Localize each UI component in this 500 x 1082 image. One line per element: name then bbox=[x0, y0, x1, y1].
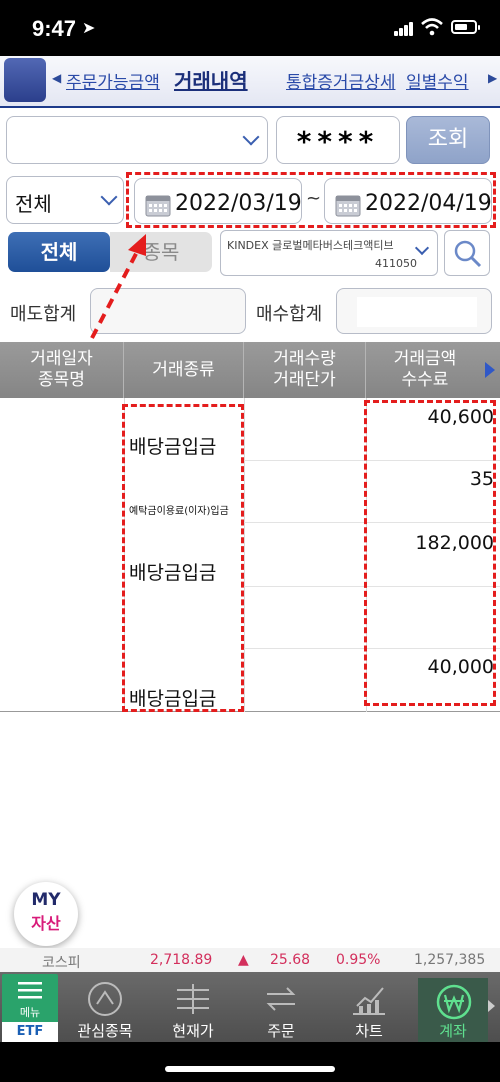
header-date-name[interactable]: 거래일자 종목명 bbox=[0, 342, 124, 398]
screen: 9:47 ➤ ◀ 주문가능금액 거래내역 통합증거금상세 일별수익 ▶ ****… bbox=[0, 0, 500, 1082]
battery-icon bbox=[451, 20, 480, 34]
chevron-down-icon bbox=[100, 188, 118, 206]
status-time: 9:47 bbox=[32, 16, 77, 41]
home-bar-area bbox=[0, 1042, 500, 1082]
nav-current-price[interactable]: 현재가 bbox=[150, 972, 236, 1042]
segment-row: 종목 전체 KINDEX 글로벌메타버스테크액티브 411050 bbox=[0, 226, 500, 282]
search-button[interactable] bbox=[444, 230, 490, 276]
table-header: 거래일자 종목명 거래종류 거래수량 거래단가 거래금액 수수료 bbox=[0, 342, 500, 398]
tab-transaction-history[interactable]: 거래내역 bbox=[174, 65, 248, 94]
nav-chart[interactable]: 차트 bbox=[326, 972, 412, 1042]
type-select[interactable]: 전체 bbox=[6, 176, 124, 224]
tab-daily-profit[interactable]: 일별수익 bbox=[406, 68, 469, 93]
ticker-name: 코스피 bbox=[42, 955, 81, 971]
my-asset-line2: 자산 bbox=[31, 914, 61, 933]
ticker-up-icon: ▲ bbox=[238, 952, 249, 968]
segment-item[interactable]: 종목 bbox=[110, 232, 212, 272]
product-name: KINDEX 글로벌메타버스테크액티브 bbox=[227, 239, 394, 252]
segment-all[interactable]: 전체 bbox=[8, 232, 110, 272]
buy-total-label: 매수합계 bbox=[256, 304, 323, 325]
product-code: 411050 bbox=[375, 257, 417, 270]
chevron-down-icon bbox=[414, 240, 430, 256]
search-icon bbox=[454, 240, 482, 268]
ticker-volume: 1,257,385 bbox=[414, 952, 486, 968]
nav-watchlist[interactable]: 관심종목 bbox=[62, 972, 148, 1042]
scroll-right-icon[interactable] bbox=[485, 362, 495, 378]
won-icon bbox=[436, 984, 472, 1020]
buy-total-value bbox=[336, 288, 492, 334]
ticker-index: 2,718.89 bbox=[150, 952, 213, 968]
type-value: 전체 bbox=[15, 192, 52, 216]
tab-bar: ◀ 주문가능금액 거래내역 통합증거금상세 일별수익 ▶ bbox=[0, 56, 500, 108]
status-bar: 9:47 ➤ bbox=[0, 0, 500, 56]
header-amount-fee[interactable]: 거래금액 수수료 bbox=[366, 342, 484, 398]
home-indicator[interactable] bbox=[165, 1066, 335, 1072]
tab-scroll-left-icon[interactable]: ◀ bbox=[52, 71, 61, 85]
chart-icon bbox=[353, 987, 385, 1015]
header-quantity-price[interactable]: 거래수량 거래단가 bbox=[244, 342, 366, 398]
location-arrow-icon: ➤ bbox=[82, 18, 96, 37]
sell-total-value bbox=[90, 288, 246, 334]
order-icon bbox=[266, 987, 296, 1011]
product-select[interactable]: KINDEX 글로벌메타버스테크액티브 411050 bbox=[220, 230, 438, 276]
ticker-percent: 0.95% bbox=[336, 952, 381, 968]
tab-scroll-right-icon[interactable]: ▶ bbox=[488, 71, 497, 85]
annotation-amount-box bbox=[364, 400, 496, 706]
annotation-type-box bbox=[122, 404, 244, 712]
cellular-signal-icon bbox=[394, 22, 414, 36]
nav-menu-button[interactable]: 메뉴 ETF bbox=[2, 974, 58, 1042]
home-button[interactable] bbox=[4, 58, 46, 102]
account-select[interactable] bbox=[6, 116, 268, 164]
header-transaction-type[interactable]: 거래종류 bbox=[124, 342, 244, 398]
totals-row: 매도합계 매수합계 bbox=[0, 282, 500, 342]
price-icon bbox=[177, 984, 209, 1014]
sell-total-label: 매도합계 bbox=[10, 304, 77, 325]
buy-total-text bbox=[357, 297, 477, 327]
watchlist-icon bbox=[88, 982, 122, 1016]
market-ticker[interactable]: 코스피 2,718.89 ▲ 25.68 0.95% 1,257,385 bbox=[0, 948, 500, 972]
ticker-change: 25.68 bbox=[270, 952, 311, 968]
my-asset-button[interactable]: MY 자산 bbox=[14, 882, 78, 946]
wifi-icon bbox=[421, 18, 443, 36]
tab-margin-detail[interactable]: 통합증거금상세 bbox=[286, 68, 395, 93]
nav-menu-label: 메뉴 bbox=[19, 1006, 41, 1019]
nav-order[interactable]: 주문 bbox=[238, 972, 324, 1042]
password-field[interactable]: **** bbox=[276, 116, 400, 164]
nav-account[interactable]: 계좌 bbox=[418, 978, 488, 1042]
account-row: **** 조회 bbox=[0, 110, 500, 170]
my-asset-line1: MY bbox=[31, 890, 61, 910]
chevron-down-icon bbox=[242, 128, 260, 146]
nav-menu-sub: ETF bbox=[2, 1022, 58, 1042]
nav-more-icon[interactable] bbox=[488, 1000, 495, 1012]
hamburger-icon bbox=[18, 982, 42, 999]
tab-orderable-amount[interactable]: 주문가능금액 bbox=[66, 68, 160, 93]
annotation-date-box bbox=[126, 172, 496, 228]
query-button[interactable]: 조회 bbox=[406, 116, 490, 164]
